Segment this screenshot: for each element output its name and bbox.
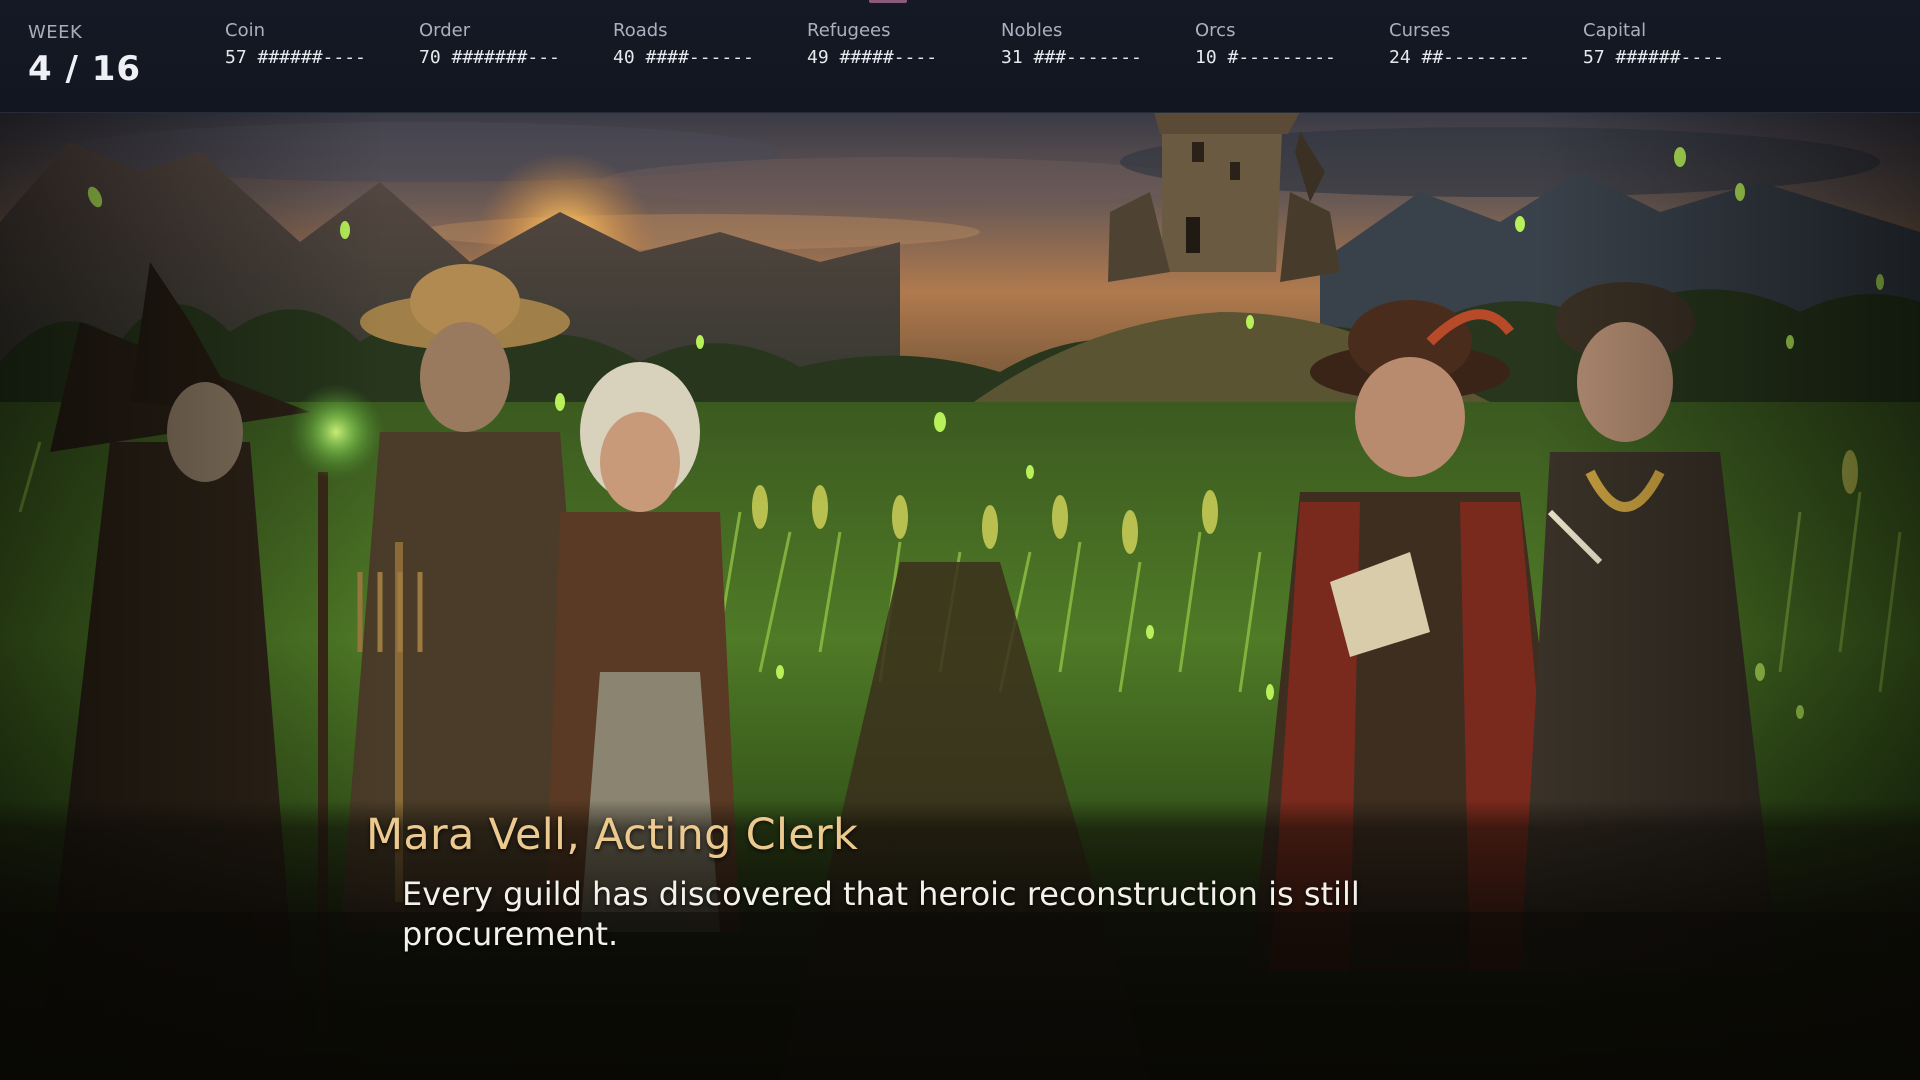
stat-orcs: Orcs 10 #--------- bbox=[1195, 20, 1380, 70]
stat-label: Curses bbox=[1389, 20, 1451, 41]
speaker-name: Mara Vell, Acting Clerk bbox=[366, 810, 859, 860]
stat-meter: 40 ####------ bbox=[613, 47, 754, 68]
dialogue-text: Every guild has discovered that heroic r… bbox=[402, 875, 1360, 953]
stat-label: Orcs bbox=[1195, 20, 1236, 41]
stat-label: Coin bbox=[225, 20, 265, 41]
stat-meter: 57 ######---- bbox=[1583, 47, 1724, 68]
stat-meter: 10 #--------- bbox=[1195, 47, 1336, 68]
stat-curses: Curses 24 ##-------- bbox=[1389, 20, 1574, 70]
stat-label: Nobles bbox=[1001, 20, 1063, 41]
stat-label: Refugees bbox=[807, 20, 891, 41]
stat-meter: 24 ##-------- bbox=[1389, 47, 1530, 68]
week-counter: WEEK 4 / 16 bbox=[28, 22, 141, 89]
week-label: WEEK bbox=[28, 22, 83, 43]
stat-refugees: Refugees 49 #####---- bbox=[807, 20, 992, 70]
stat-meter: 31 ###------- bbox=[1001, 47, 1142, 68]
week-value: 4 / 16 bbox=[28, 49, 142, 89]
stat-label: Order bbox=[419, 20, 471, 41]
stat-label: Roads bbox=[613, 20, 668, 41]
stat-nobles: Nobles 31 ###------- bbox=[1001, 20, 1186, 70]
dialogue-box[interactable]: Mara Vell, Acting Clerk Every guild has … bbox=[0, 800, 1920, 1080]
stat-capital: Capital 57 ######---- bbox=[1583, 20, 1768, 70]
stat-meter: 70 #######--- bbox=[419, 47, 560, 68]
game-screen: WEEK 4 / 16 Coin 57 ######---- Order 70 … bbox=[0, 0, 1920, 1080]
stat-label: Capital bbox=[1583, 20, 1647, 41]
stat-roads: Roads 40 ####------ bbox=[613, 20, 798, 70]
stat-coin: Coin 57 ######---- bbox=[225, 20, 410, 70]
stat-meter: 57 ######---- bbox=[225, 47, 366, 68]
stat-meter: 49 #####---- bbox=[807, 47, 938, 68]
status-bar: WEEK 4 / 16 Coin 57 ######---- Order 70 … bbox=[0, 0, 1920, 113]
top-notch bbox=[869, 0, 907, 3]
stat-order: Order 70 #######--- bbox=[419, 20, 604, 70]
